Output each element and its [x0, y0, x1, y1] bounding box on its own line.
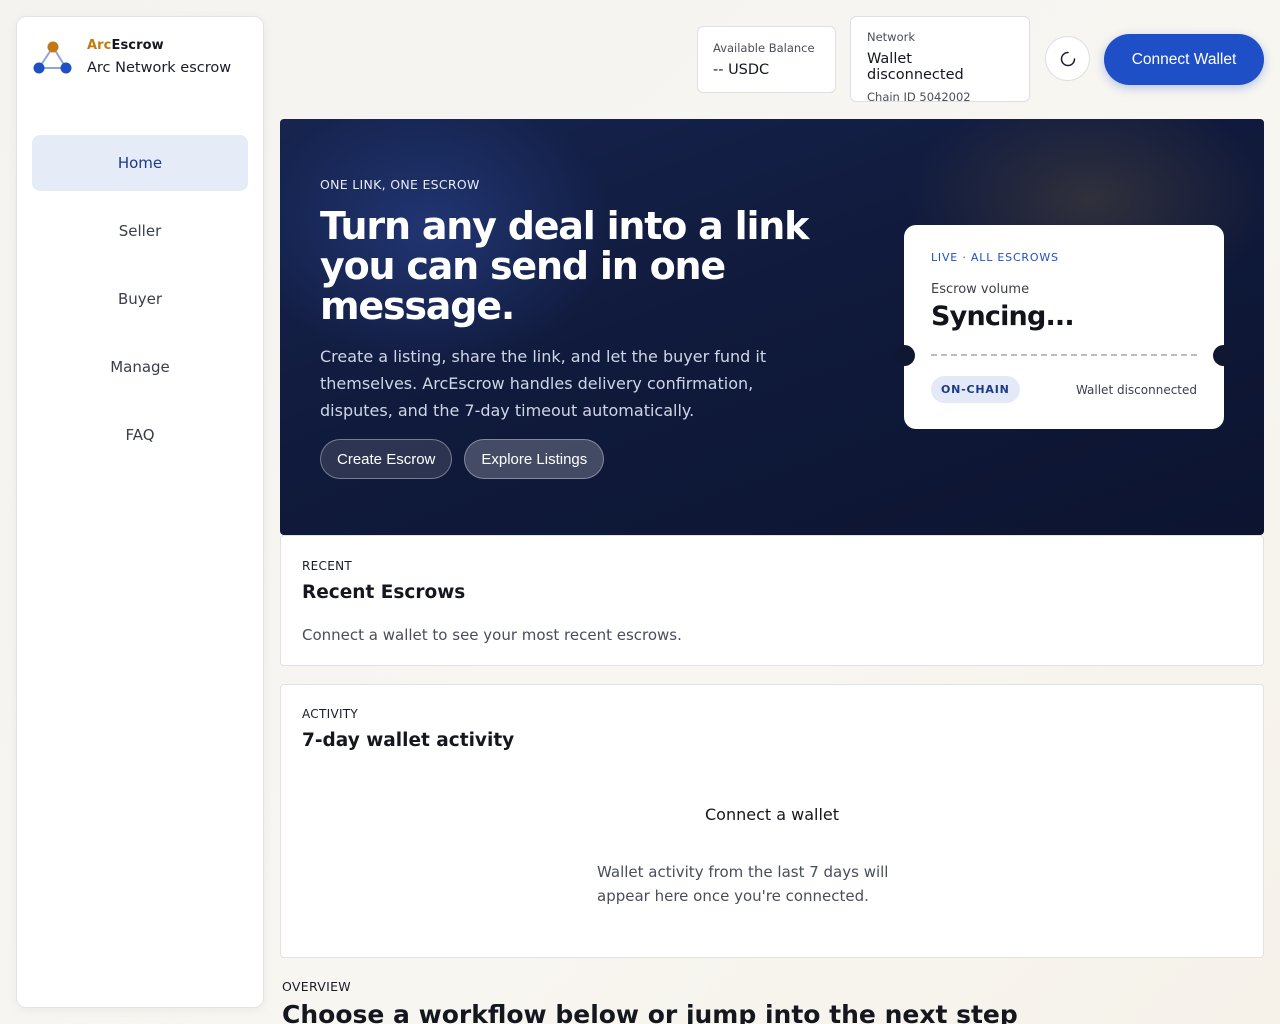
nav-item-label: Seller: [118, 222, 162, 240]
balance-label: Available Balance: [713, 41, 815, 55]
brand-name-escrow: Escrow: [111, 38, 164, 53]
balance-value: -- USDC: [713, 62, 770, 78]
escrow-volume-card: LIVE · ALL ESCROWS Escrow volume Syncing…: [894, 225, 1234, 429]
sidebar: ArcEscrow Arc Network escrow Home Seller…: [16, 16, 264, 1008]
recent-empty-text: Connect a wallet to see your most recent…: [302, 626, 682, 644]
nav-item-label: Buyer: [117, 290, 163, 308]
network-label: Network: [867, 30, 916, 44]
loading-spinner-icon: [1060, 51, 1075, 66]
chain-id: Chain ID 5042002: [867, 90, 971, 104]
hero-title: Turn any deal into a link you can send i…: [320, 204, 809, 328]
network-status: Wallet disconnected: [867, 51, 964, 83]
nav-item-home[interactable]: Home: [32, 135, 248, 191]
activity-empty-description: Wallet activity from the last 7 days wil…: [597, 863, 889, 905]
ticket-wallet-status: Wallet disconnected: [1075, 383, 1197, 397]
hero-banner: ONE LINK, ONE ESCROW Turn any deal into …: [280, 119, 1264, 535]
activity-title: 7-day wallet activity: [302, 730, 515, 751]
brand-name-arc: Arc: [87, 38, 112, 53]
connect-wallet-button[interactable]: Connect Wallet: [1104, 34, 1264, 85]
explore-listings-button[interactable]: Explore Listings: [464, 439, 605, 479]
activity-eyebrow: ACTIVITY: [302, 707, 359, 721]
brand-name: ArcEscrow: [87, 39, 231, 53]
recent-title: Recent Escrows: [302, 582, 466, 603]
on-chain-badge: ON-CHAIN: [931, 376, 1020, 403]
nav-item-label: FAQ: [125, 426, 155, 444]
wallet-activity-panel: ACTIVITY 7-day wallet activity Connect a…: [280, 684, 1264, 958]
balance-card: Available Balance -- USDC: [697, 26, 836, 93]
ticket-notch-right: [1213, 345, 1234, 366]
nav-item-label: Home: [117, 154, 163, 172]
activity-empty-title: Connect a wallet: [704, 805, 840, 824]
ticket-divider: [931, 354, 1197, 356]
hero-description: Create a listing, share the link, and le…: [320, 347, 767, 420]
escrow-volume-value: Syncing...: [931, 301, 1075, 332]
create-escrow-button[interactable]: Create Escrow: [320, 439, 453, 479]
nav-item-buyer[interactable]: Buyer: [32, 271, 248, 327]
sidebar-nav: Home Seller Buyer Manage FAQ: [32, 135, 248, 475]
nav-item-faq[interactable]: FAQ: [32, 407, 248, 463]
brand-subtitle: Arc Network escrow: [87, 60, 232, 76]
recent-escrows-panel: RECENT Recent Escrows Connect a wallet t…: [280, 535, 1264, 666]
overview-title: Choose a workflow below or jump into the…: [282, 1000, 1018, 1024]
brand[interactable]: ArcEscrow Arc Network escrow: [33, 37, 231, 77]
recent-eyebrow: RECENT: [302, 559, 352, 573]
ticket-notch-left: [894, 345, 915, 366]
nav-item-manage[interactable]: Manage: [32, 339, 248, 395]
nav-item-seller[interactable]: Seller: [32, 203, 248, 259]
triangle-network-logo-icon: [33, 41, 72, 74]
escrow-volume-label: Escrow volume: [931, 282, 1030, 297]
hero-eyebrow: ONE LINK, ONE ESCROW: [320, 177, 480, 192]
theme-toggle-button[interactable]: [1045, 36, 1090, 81]
nav-item-label: Manage: [110, 358, 170, 376]
live-indicator: LIVE · ALL ESCROWS: [931, 251, 1059, 264]
network-card: Network Wallet disconnected Chain ID 504…: [850, 16, 1030, 104]
hero-actions: Create Escrow Explore Listings: [320, 439, 605, 479]
overview-eyebrow: OVERVIEW: [282, 979, 351, 994]
